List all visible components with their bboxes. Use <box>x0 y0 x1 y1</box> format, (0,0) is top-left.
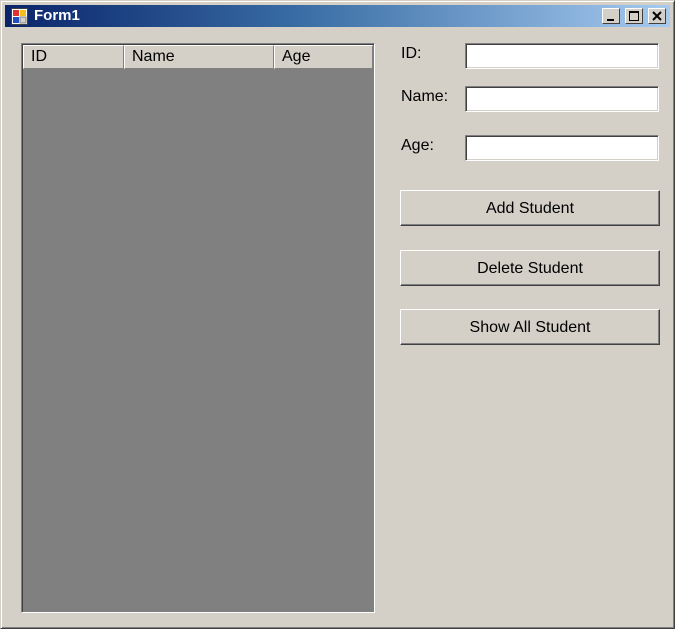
window-title: Form1 <box>34 7 80 24</box>
minimize-button[interactable] <box>602 8 620 24</box>
name-input[interactable] <box>465 86 659 112</box>
main-window: Form1 ID Name Age ID: Name: Age: Add Stu… <box>0 0 675 629</box>
close-icon <box>652 11 662 21</box>
column-header-age[interactable]: Age <box>274 45 373 69</box>
name-label: Name: <box>401 88 449 105</box>
delete-student-button[interactable]: Delete Student <box>400 250 660 286</box>
list-header: ID Name Age <box>23 45 373 69</box>
maximize-icon <box>629 11 639 21</box>
maximize-button[interactable] <box>625 8 643 24</box>
add-student-button[interactable]: Add Student <box>400 190 660 226</box>
student-list-view[interactable]: ID Name Age <box>21 43 375 613</box>
title-bar[interactable]: Form1 <box>5 5 670 27</box>
id-input[interactable] <box>465 43 659 69</box>
close-button[interactable] <box>648 8 666 24</box>
minimize-icon <box>607 19 614 21</box>
column-header-id[interactable]: ID <box>23 45 124 69</box>
age-label: Age: <box>401 137 434 154</box>
column-header-name[interactable]: Name <box>124 45 274 69</box>
age-input[interactable] <box>465 135 659 161</box>
show-all-students-button[interactable]: Show All Student <box>400 309 660 345</box>
id-label: ID: <box>401 45 422 62</box>
form-app-icon <box>11 8 28 25</box>
